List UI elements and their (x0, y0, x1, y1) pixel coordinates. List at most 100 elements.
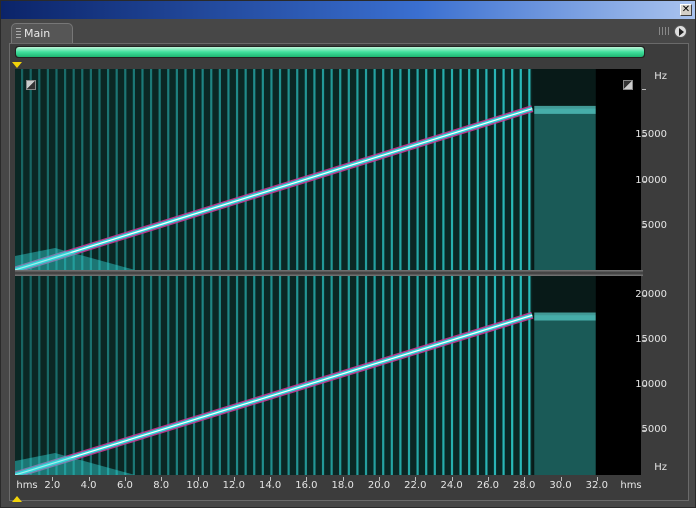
pulse-line (459, 276, 462, 475)
pulse-line (132, 276, 135, 475)
pulse-line (201, 276, 204, 475)
pulse-line (201, 69, 204, 270)
pulse-line (21, 276, 24, 475)
pulse-line (278, 69, 282, 270)
freq-label: 20000 (635, 289, 667, 300)
noise-floor (15, 69, 533, 270)
pulse-line (124, 276, 127, 475)
time-label: 32.0 (585, 480, 608, 491)
freq-label: 10000 (635, 175, 667, 186)
pulse-line (261, 69, 264, 270)
zoom-in-corner-icon[interactable] (623, 80, 633, 90)
pulse-line (313, 69, 316, 270)
time-label: 22.0 (404, 480, 427, 491)
pulse-line (519, 69, 522, 270)
pulse-line (296, 276, 299, 475)
playhead-top-marker[interactable] (12, 62, 22, 68)
pulse-line (158, 276, 161, 475)
time-label: 14.0 (258, 480, 282, 491)
pulse-line (227, 276, 230, 475)
pulse-line (81, 276, 84, 475)
pulse-line (416, 276, 419, 475)
noise-band (534, 105, 596, 114)
pulse-line (21, 69, 24, 270)
pulse-line (175, 276, 178, 475)
pulse-line (485, 276, 488, 475)
pulse-line (476, 69, 479, 270)
play-menu-icon[interactable] (674, 25, 687, 38)
time-label: 16.0 (295, 480, 318, 491)
frequency-ruler-channel-1[interactable]: Hz 15000 10000 5000 (635, 69, 671, 270)
pulse-line (46, 276, 49, 475)
time-label: 24.0 (440, 480, 463, 491)
pulse-line (167, 69, 170, 270)
tick (642, 135, 646, 136)
pulse-line (81, 69, 84, 270)
tab-strip: Main (7, 21, 691, 43)
pulse-line (227, 69, 230, 270)
pulse-line (321, 276, 325, 475)
close-button[interactable]: ✕ (680, 4, 692, 16)
pulse-line (373, 276, 376, 475)
pulse-line (425, 276, 428, 475)
pulse-line (511, 276, 514, 475)
application-window: ✕ Main Hz 15000 10000 5000 20000 15000 1… (0, 0, 696, 508)
pulse-line (210, 69, 213, 270)
pulse-line (55, 69, 58, 270)
pulse-line (528, 276, 531, 475)
playhead-bottom-marker[interactable] (12, 496, 22, 502)
pulse-line (528, 69, 531, 270)
tab-main[interactable]: Main (11, 23, 73, 43)
pulse-line (459, 69, 462, 270)
pulse-line (407, 69, 411, 270)
pulse-line (235, 276, 239, 475)
pulse-line (29, 69, 32, 270)
time-ruler[interactable]: hms hms 2.0 4.0 6.0 8.0 10.0 12.0 14.0 16.0 18.0… (15, 477, 671, 493)
pulse-line (382, 69, 385, 270)
pulse-line (313, 276, 316, 475)
frequency-ruler-channel-2[interactable]: 20000 15000 10000 5000 Hz (635, 276, 671, 475)
progress-bar (15, 46, 645, 58)
pulse-line (124, 69, 127, 270)
pulse-line (356, 69, 359, 270)
pulse-line (89, 276, 92, 475)
pulse-line (63, 69, 67, 270)
panel-grip-icon (659, 27, 671, 35)
pulse-line (149, 69, 153, 270)
pulse-line (356, 276, 359, 475)
time-label: 28.0 (513, 480, 536, 491)
time-unit-label: hms (620, 480, 642, 491)
pulse-line (382, 276, 385, 475)
tick (642, 340, 646, 341)
time-label: 2.0 (44, 480, 61, 491)
pulse-line (304, 69, 307, 270)
grip-icon (16, 28, 21, 39)
title-bar: ✕ (1, 1, 695, 19)
pulse-line (399, 276, 402, 475)
spectral-display-channel-2[interactable] (15, 276, 641, 475)
pulse-line (218, 276, 221, 475)
spectrogram-channel-1 (15, 69, 641, 270)
noise-floor (15, 276, 533, 475)
pulse-line (390, 276, 393, 475)
pulse-line (502, 276, 505, 475)
pulse-line (364, 69, 368, 270)
time-label: 6.0 (116, 480, 133, 491)
pulse-line (175, 69, 178, 270)
spectral-display-channel-1[interactable] (15, 69, 641, 270)
pulse-line (287, 69, 290, 270)
pulse-line (141, 276, 144, 475)
tick (642, 385, 646, 386)
pulse-line (63, 276, 67, 475)
pulse-line (450, 69, 454, 270)
pulse-line (270, 276, 273, 475)
pulse-line (364, 276, 368, 475)
zoom-out-corner-icon[interactable] (26, 80, 36, 90)
time-label: 4.0 (80, 480, 97, 491)
pulse-line (158, 69, 161, 270)
pulse-line (373, 69, 376, 270)
pulse-line (192, 69, 196, 270)
pulse-line (253, 276, 256, 475)
pulse-line (321, 69, 325, 270)
noise-band (534, 312, 596, 321)
